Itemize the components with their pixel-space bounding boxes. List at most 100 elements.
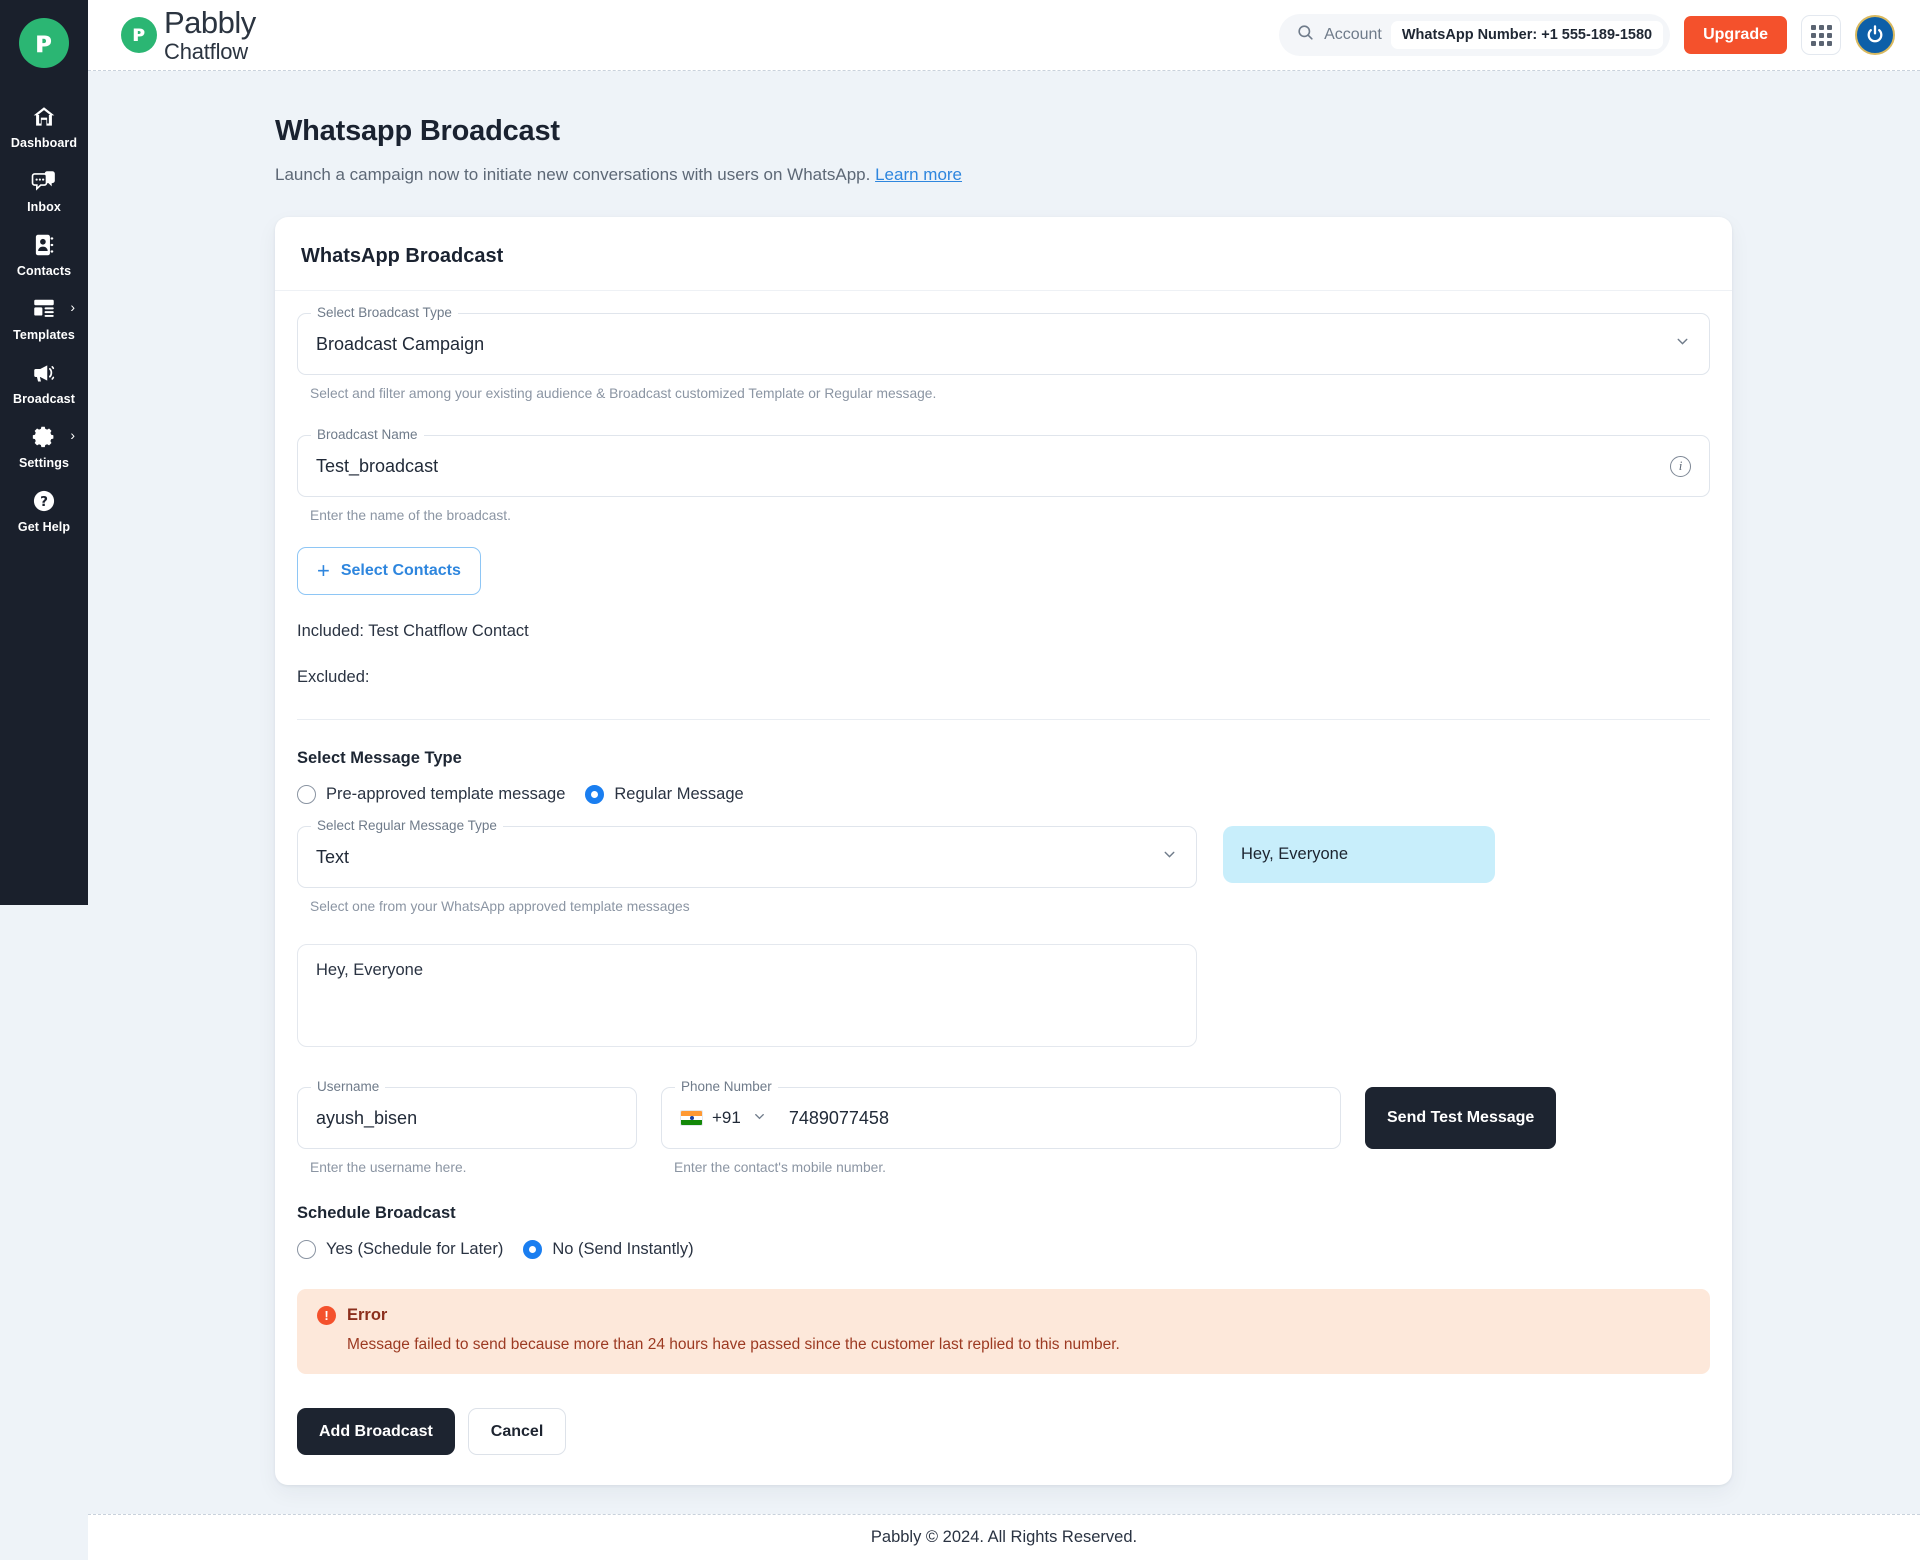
sidebar-item-label: Templates: [13, 328, 75, 342]
error-alert-message: Message failed to send because more than…: [347, 1336, 1120, 1353]
radio-circle-icon: [297, 785, 316, 804]
app-root: ᴘ Dashboard Inbox Contacts › Templates B…: [0, 0, 1920, 1560]
apps-grid-icon[interactable]: [1801, 15, 1841, 55]
chevron-down-icon: [1161, 846, 1178, 868]
broadcast-name-legend: Broadcast Name: [311, 427, 424, 442]
schedule-broadcast-label: Schedule Broadcast: [297, 1204, 456, 1222]
broadcast-type-legend: Select Broadcast Type: [311, 305, 458, 320]
megaphone-icon: [31, 359, 57, 387]
sidebar-logo-letter: ᴘ: [35, 25, 53, 60]
pabbly-logo-icon: ᴘ: [121, 16, 157, 53]
excluded-contacts: Excluded:: [297, 668, 370, 686]
radio-circle-icon: [297, 1240, 316, 1259]
whatsapp-number-chip: WhatsApp Number: +1 555-189-1580: [1390, 21, 1664, 49]
card-body: Select Broadcast Type Broadcast Campaign…: [275, 291, 1732, 1485]
info-circle-icon[interactable]: i: [1670, 455, 1691, 477]
sidebar-item-contacts[interactable]: Contacts: [0, 222, 88, 286]
broadcast-type-select[interactable]: Select Broadcast Type Broadcast Campaign: [297, 305, 1710, 375]
sidebar-item-label: Get Help: [17, 520, 71, 534]
regular-message-left: Select Regular Message Type Text Select …: [297, 818, 1197, 1047]
radio-schedule-yes[interactable]: Yes (Schedule for Later): [297, 1240, 503, 1259]
card-title: WhatsApp Broadcast: [301, 245, 504, 267]
page-subtitle-text: Launch a campaign now to initiate new co…: [275, 165, 871, 184]
schedule-radio-group: Yes (Schedule for Later) No (Send Instan…: [297, 1240, 1710, 1259]
send-test-message-button[interactable]: Send Test Message: [1365, 1087, 1557, 1149]
sidebar-item-settings[interactable]: › Settings: [0, 414, 88, 478]
country-code-value: +91: [712, 1108, 741, 1127]
account-search[interactable]: Account WhatsApp Number: +1 555-189-1580: [1279, 14, 1671, 56]
question-mark-icon: ?: [31, 487, 57, 515]
radio-circle-selected-icon: [585, 785, 605, 804]
radio-regular-message[interactable]: Regular Message: [585, 785, 744, 804]
radio-schedule-no[interactable]: No (Send Instantly): [523, 1240, 694, 1259]
brand-line-1: Pabbly: [164, 5, 256, 41]
radio-label: Pre-approved template message: [326, 785, 566, 803]
card-header: WhatsApp Broadcast: [275, 217, 1732, 291]
page-title: Whatsapp Broadcast: [275, 115, 560, 147]
footer-text: Pabbly © 2024. All Rights Reserved.: [870, 1528, 1138, 1546]
home-icon: [31, 103, 57, 131]
add-broadcast-button[interactable]: Add Broadcast: [297, 1408, 455, 1455]
sidebar-item-label: Broadcast: [12, 392, 76, 406]
sidebar: ᴘ Dashboard Inbox Contacts › Templates B…: [0, 0, 88, 905]
radio-label: Yes (Schedule for Later): [326, 1240, 504, 1258]
sidebar-item-label: Dashboard: [10, 136, 78, 150]
phone-input[interactable]: Phone Number +91 7489077458: [661, 1079, 1341, 1149]
broadcast-name-value: Test_broadcast: [316, 455, 439, 476]
broadcast-type-help: Select and filter among your existing au…: [310, 386, 937, 401]
contact-book-icon: [31, 231, 57, 259]
select-contacts-label: Select Contacts: [340, 562, 461, 579]
chevron-right-icon: ›: [70, 427, 75, 443]
section-divider: [297, 719, 1710, 720]
username-value: ayush_bisen: [316, 1107, 418, 1128]
sidebar-logo[interactable]: ᴘ: [19, 18, 69, 68]
chevron-right-icon: ›: [70, 299, 75, 315]
sidebar-item-get-help[interactable]: ? Get Help: [0, 478, 88, 542]
regular-message-type-value: Text: [316, 846, 350, 867]
brand-line-2: Chatflow: [164, 38, 248, 64]
sidebar-item-broadcast[interactable]: Broadcast: [0, 350, 88, 414]
test-message-row: Username ayush_bisen Enter the username …: [297, 1079, 1710, 1175]
message-type-radio-group: Pre-approved template message Regular Me…: [297, 785, 1710, 804]
error-exclamation-icon: !: [317, 1306, 336, 1325]
message-body-textarea[interactable]: Hey, Everyone: [297, 944, 1197, 1047]
chat-bubble-icon: [31, 167, 57, 195]
upgrade-button[interactable]: Upgrade: [1684, 16, 1787, 54]
power-user-icon[interactable]: [1855, 15, 1895, 55]
sidebar-item-inbox[interactable]: Inbox: [0, 158, 88, 222]
sidebar-item-label: Settings: [18, 456, 70, 470]
error-alert-header: ! Error: [317, 1306, 1690, 1325]
regular-message-type-legend: Select Regular Message Type: [311, 818, 503, 833]
sidebar-item-templates[interactable]: › Templates: [0, 286, 88, 350]
template-layout-icon: [31, 295, 57, 323]
account-label: Account: [1324, 26, 1382, 43]
topbar: ᴘ Pabbly Chatflow Account WhatsApp Numbe…: [88, 0, 1920, 71]
learn-more-link[interactable]: Learn more: [875, 165, 962, 184]
radio-pre-approved-template[interactable]: Pre-approved template message: [297, 785, 565, 804]
radio-label: No (Send Instantly): [552, 1240, 694, 1258]
main-content: Whatsapp Broadcast Launch a campaign now…: [88, 71, 1920, 1560]
plus-icon: +: [317, 558, 330, 583]
sidebar-item-dashboard[interactable]: Dashboard: [0, 94, 88, 158]
phone-help: Enter the contact's mobile number.: [674, 1160, 886, 1175]
brand-letter: ᴘ: [132, 21, 146, 48]
radio-circle-selected-icon: [523, 1240, 543, 1259]
brand-logo[interactable]: ᴘ Pabbly Chatflow: [121, 7, 256, 63]
footer: Pabbly © 2024. All Rights Reserved.: [88, 1514, 1920, 1560]
username-help: Enter the username here.: [310, 1160, 467, 1175]
page-subtitle: Launch a campaign now to initiate new co…: [275, 165, 1920, 185]
chevron-down-icon[interactable]: [752, 1109, 767, 1128]
select-contacts-button[interactable]: + Select Contacts: [297, 547, 481, 595]
regular-message-row: Select Regular Message Type Text Select …: [297, 818, 1710, 1047]
svg-text:?: ?: [40, 494, 48, 510]
username-input[interactable]: Username ayush_bisen: [297, 1079, 637, 1149]
broadcast-type-value: Broadcast Campaign: [316, 333, 485, 354]
broadcast-name-input[interactable]: Broadcast Name Test_broadcast i: [297, 427, 1710, 497]
phone-group: Phone Number +91 7489077458 Enter the co…: [661, 1079, 1341, 1175]
username-legend: Username: [311, 1079, 386, 1094]
included-contacts: Included: Test Chatflow Contact: [297, 622, 529, 640]
cancel-button[interactable]: Cancel: [467, 1408, 567, 1455]
form-actions: Add Broadcast Cancel: [297, 1408, 1710, 1455]
regular-message-type-select[interactable]: Select Regular Message Type Text: [297, 818, 1197, 888]
india-flag-icon: [680, 1110, 703, 1126]
